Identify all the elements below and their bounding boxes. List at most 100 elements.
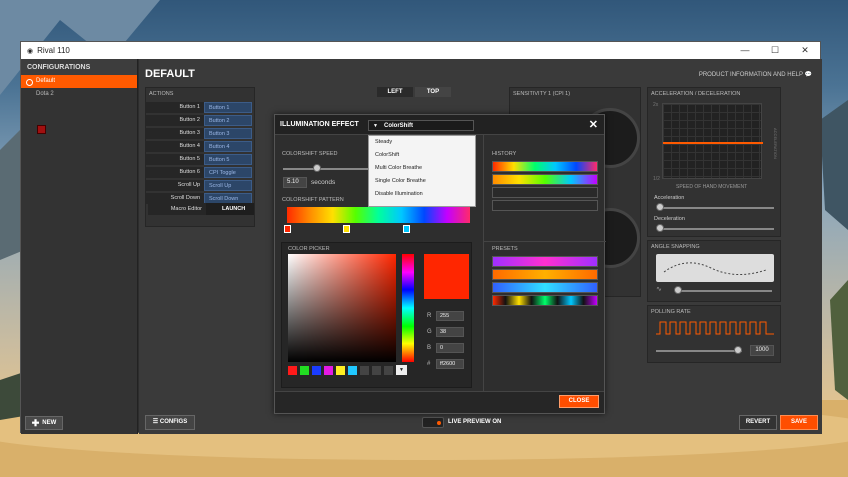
acceleration-slider[interactable] [658,207,774,209]
swatch[interactable] [348,366,357,375]
history-item[interactable] [492,161,598,172]
color-preview [424,254,469,299]
dialog-header: ILLUMINATION EFFECT ▼ ColorShift ✕ [275,115,604,135]
history-item[interactable] [492,187,598,198]
swatch[interactable] [372,366,381,375]
effect-option-colorshift[interactable]: ColorShift [369,149,475,162]
new-config-button[interactable]: ✚ NEW [25,416,63,430]
sensitivity-header: SENSITIVITY 1 (CPI 1) [513,91,571,97]
plus-icon: ✚ [31,417,40,428]
accel-panel: ACCELERATION / DECELERATION 2x 1/2 ACCEL… [647,87,781,237]
action-row[interactable]: Button 5 Button 5 [146,153,254,165]
swatch[interactable] [312,366,321,375]
hex-input[interactable]: ff2600 [436,359,464,369]
action-value[interactable]: Button 3 [204,127,252,139]
speed-slider[interactable] [283,168,371,170]
saturation-value-field[interactable] [288,254,396,362]
action-row[interactable]: Button 6 CPI Toggle [146,166,254,178]
dialog-close-icon[interactable]: ✕ [589,118,598,131]
effect-option-steady[interactable]: Steady [369,136,475,149]
effect-option-disable[interactable]: Disable Illumination [369,188,475,201]
effect-dropdown[interactable]: ▼ ColorShift [368,120,474,131]
gradient-stop[interactable] [343,225,350,233]
action-row[interactable]: Button 4 Button 4 [146,140,254,152]
deceleration-knob[interactable] [656,224,664,232]
angle-slider[interactable] [676,290,772,292]
dialog-divider [483,135,484,397]
main-area: DEFAULT PRODUCT INFORMATION AND HELP 💬 A… [139,59,822,434]
dropdown-arrow-icon: ▼ [373,123,378,129]
polling-knob[interactable] [734,346,742,354]
config-item-dota2[interactable]: Dota 2 [21,88,137,101]
window-close-button[interactable]: ✕ [790,42,820,59]
action-value[interactable]: Button 2 [204,114,252,126]
preset-item[interactable] [492,282,598,293]
history-item[interactable] [492,174,598,185]
tab-left[interactable]: LEFT [377,87,413,97]
angle-knob[interactable] [674,286,682,294]
swatch[interactable] [336,366,345,375]
maximize-button[interactable]: ☐ [760,42,790,59]
list-icon: ☰ [152,419,159,425]
action-row[interactable]: Button 3 Button 3 [146,127,254,139]
configs-label: CONFIGS [159,419,188,425]
effect-option-single-breathe[interactable]: Single Color Breathe [369,175,475,188]
action-value[interactable]: Scroll Up [204,179,252,191]
macro-launch-button[interactable]: LAUNCH [206,203,254,215]
b-label: B [427,345,432,351]
hue-slider[interactable] [402,254,414,362]
action-value[interactable]: Button 1 [204,101,252,113]
action-label: Button 5 [146,153,204,165]
g-input[interactable]: 38 [436,327,464,337]
swatch[interactable] [384,366,393,375]
b-input[interactable]: 0 [436,343,464,353]
configs-button[interactable]: ☰ CONFIGS [145,415,195,430]
action-row[interactable]: Button 1 Button 1 [146,101,254,113]
sidebar: CONFIGURATIONS Default Dota 2 ✚ NEW [21,59,138,434]
save-button[interactable]: SAVE [780,415,818,430]
speed-value[interactable]: 5.10 [283,177,307,188]
deceleration-slider[interactable] [658,228,774,230]
page-title: DEFAULT [145,68,195,80]
swatch[interactable] [288,366,297,375]
accel-header: ACCELERATION / DECELERATION [651,91,741,97]
dota-icon [37,125,46,134]
swatch[interactable] [300,366,309,375]
config-item-default[interactable]: Default [21,75,137,88]
revert-button[interactable]: REVERT [739,415,777,430]
live-preview-toggle[interactable]: LIVE PREVIEW ON [422,415,518,430]
action-value[interactable]: Scroll Down [204,192,252,204]
preset-item[interactable] [492,295,598,306]
swatch[interactable] [360,366,369,375]
angle-preview [656,254,774,282]
more-swatches-icon[interactable]: ▼ [396,365,407,375]
speed-knob[interactable] [313,164,321,172]
action-row[interactable]: Scroll Up Scroll Up [146,179,254,191]
tab-top[interactable]: TOP [415,87,451,97]
action-value[interactable]: Button 4 [204,140,252,152]
action-row[interactable]: Button 2 Button 2 [146,114,254,126]
acceleration-knob[interactable] [656,203,664,211]
live-preview-switch[interactable] [422,417,444,428]
product-info-link[interactable]: PRODUCT INFORMATION AND HELP 💬 [699,71,812,78]
angle-snapping-panel: ANGLE SNAPPING ∿ [647,240,781,302]
gradient-stop[interactable] [284,225,291,233]
preset-item[interactable] [492,256,598,267]
action-value[interactable]: CPI Toggle [204,166,252,178]
r-input[interactable]: 255 [436,311,464,321]
polling-slider[interactable] [656,350,742,352]
colorshift-gradient[interactable] [287,207,470,223]
preset-item[interactable] [492,269,598,280]
gradient-stop[interactable] [403,225,410,233]
effect-option-multi-breathe[interactable]: Multi Color Breathe [369,162,475,175]
dialog-close-button[interactable]: CLOSE [559,395,599,408]
history-item[interactable] [492,200,598,211]
polling-value[interactable]: 1000 [750,345,774,356]
minimize-button[interactable]: — [730,42,760,59]
angle-header: ANGLE SNAPPING [651,244,700,250]
swatch[interactable] [324,366,333,375]
action-label: Button 4 [146,140,204,152]
action-value[interactable]: Button 5 [204,153,252,165]
title-bar: ◉ Rival 110 — ☐ ✕ [21,42,820,59]
accel-axis-label: SPEED OF HAND MOVEMENT [676,184,748,190]
